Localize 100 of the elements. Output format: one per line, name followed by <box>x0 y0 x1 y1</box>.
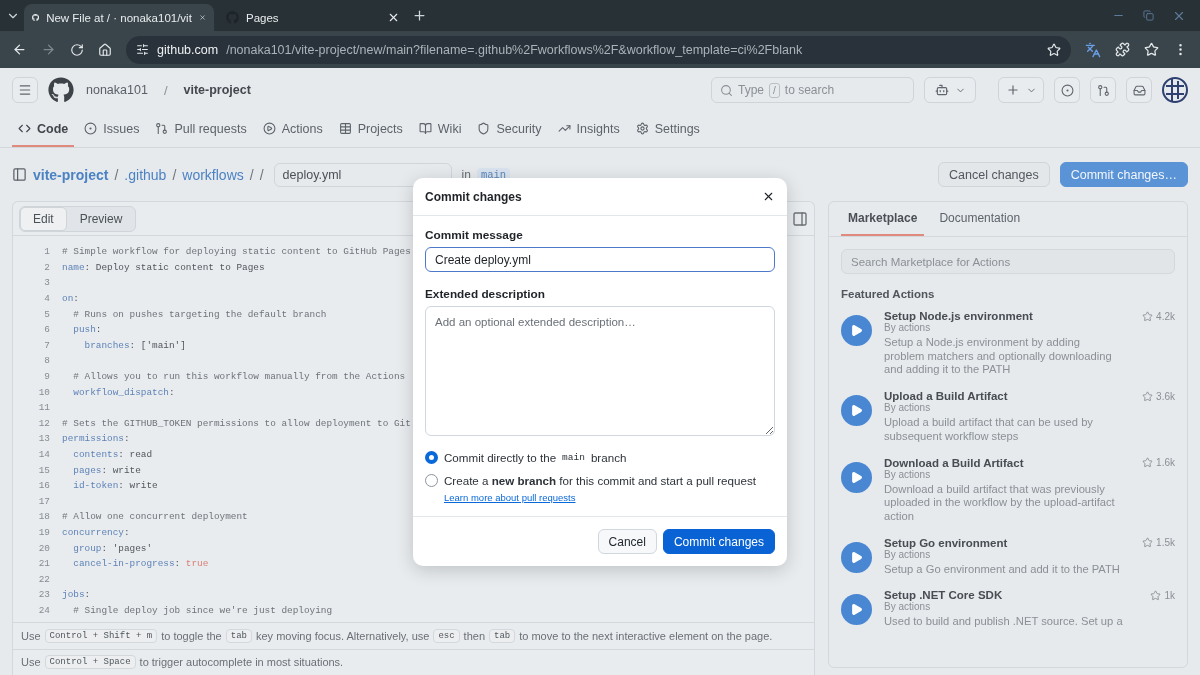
search-field[interactable]: Type / to search <box>711 77 914 103</box>
browser-tab[interactable]: New File at / · nonaka101/vit <box>24 4 214 31</box>
bookmarks-icon[interactable] <box>1144 42 1159 57</box>
cancel-button[interactable]: Cancel changes <box>938 162 1050 187</box>
panel-toggle-icon[interactable] <box>792 210 808 227</box>
code-line: # Runs on pushes targeting the default branch <box>72 308 327 320</box>
code-line: # Allow one concurrent deployment <box>62 511 248 523</box>
option-label: branch <box>590 451 627 464</box>
hint-text: to move to the next interactive element on the page. <box>519 629 773 642</box>
commit-message-field[interactable]: Create deploy.yml <box>425 247 775 272</box>
action-title[interactable]: Setup .NET Core SDK <box>884 589 1003 602</box>
star-icon <box>1142 537 1154 549</box>
description-field[interactable]: Add an optional extended description… <box>425 306 775 436</box>
editor-tab[interactable]: Edit <box>20 206 67 231</box>
code-line: name: Deploy static content to Pages <box>62 261 265 273</box>
line-number: 12 <box>37 417 50 429</box>
repo-nav-tab[interactable]: Wiki <box>412 112 468 147</box>
search-icon <box>720 83 733 97</box>
help-link[interactable]: Learn more about pull requests <box>444 492 775 503</box>
action-title[interactable]: Setup Node.js environment <box>884 310 1033 322</box>
action-author: By actions <box>884 548 932 561</box>
code-line: cancel-in-progress: true <box>72 558 209 570</box>
robot-icon <box>934 83 949 97</box>
graph-icon <box>557 122 571 135</box>
breadcrumb-link[interactable]: vite-project <box>33 166 109 183</box>
inbox-button[interactable] <box>1126 77 1152 103</box>
home-icon[interactable] <box>98 42 112 57</box>
star-count: 1k <box>1150 589 1175 602</box>
line-number: 2 <box>43 261 50 273</box>
action-title[interactable]: Upload a Build Artifact <box>884 390 1008 403</box>
avatar-icon[interactable] <box>1162 77 1188 103</box>
path-separator: / <box>172 166 177 183</box>
inbox-icon <box>1132 83 1146 97</box>
line-number: 24 <box>37 604 50 616</box>
code-line: on: <box>62 293 79 305</box>
menu-button[interactable] <box>12 77 38 103</box>
repo-nav-tab[interactable]: Issues <box>78 112 146 147</box>
line-number: 6 <box>43 324 50 336</box>
issue-icon <box>1060 83 1074 97</box>
close-icon[interactable] <box>387 11 400 24</box>
editor-tab[interactable]: Preview <box>66 206 136 231</box>
repo-nav-tab[interactable]: Security <box>471 112 548 147</box>
star-count: 1.5k <box>1142 536 1175 549</box>
pull-request-icon <box>155 122 169 135</box>
back-icon[interactable] <box>12 42 27 57</box>
repo-nav-tab[interactable]: Settings <box>629 112 706 147</box>
extensions-icon[interactable] <box>1115 42 1130 57</box>
breadcrumb-link[interactable]: .github <box>124 166 167 183</box>
site-info-icon[interactable] <box>136 43 149 56</box>
star-count: 4.2k <box>1142 310 1175 322</box>
code-line: group: 'pages' <box>72 542 153 554</box>
pull-requests-button[interactable] <box>1090 77 1116 103</box>
code-line: # Single deploy job since we're just deploying <box>72 604 333 616</box>
copilot-button[interactable] <box>924 77 976 103</box>
hint-text: then <box>463 629 485 642</box>
line-number: 1 <box>43 246 50 258</box>
repo-link[interactable]: vite-project <box>183 83 251 97</box>
repo-nav-tab[interactable]: Projects <box>332 112 409 147</box>
bookmark-star-icon[interactable] <box>1047 42 1061 57</box>
panel-tab[interactable]: Documentation <box>932 202 1028 236</box>
hint-text: Use <box>21 656 41 669</box>
commit-button[interactable]: Commit changes <box>662 529 775 554</box>
star-icon <box>1142 457 1154 468</box>
hint-text: to toggle the <box>161 629 222 642</box>
hint-text: key moving focus. Alternatively, use <box>255 629 430 642</box>
owner-link[interactable]: nonaka101 <box>86 83 148 97</box>
issues-button[interactable] <box>1054 77 1080 103</box>
action-author: By actions <box>884 402 932 415</box>
keyboard-key: esc <box>433 628 460 643</box>
repo-nav-tab[interactable]: Code <box>12 112 75 147</box>
field-label: Extended description <box>425 287 546 301</box>
keyboard-key: Control + Shift + m <box>44 628 158 643</box>
reload-icon[interactable] <box>70 42 84 57</box>
repo-nav-tab[interactable]: Insights <box>551 112 626 147</box>
commit-button[interactable]: Commit changes… <box>1059 162 1188 187</box>
action-title[interactable]: Setup Go environment <box>884 536 1008 549</box>
breadcrumb-link[interactable]: workflows <box>182 166 244 183</box>
repo-nav-tab[interactable]: Pull requests <box>149 112 253 147</box>
browser-tab[interactable]: Pages <box>218 4 408 31</box>
url-host: github.com <box>157 42 219 57</box>
cancel-button[interactable]: Cancel <box>597 529 657 554</box>
new-tab-icon[interactable] <box>412 8 427 23</box>
line-number: 19 <box>37 527 50 538</box>
repo-nav-tab[interactable]: Actions <box>256 112 329 147</box>
translate-icon[interactable] <box>1085 41 1101 58</box>
github-logo[interactable] <box>48 77 74 103</box>
radio-button[interactable] <box>425 451 438 464</box>
action-title[interactable]: Download a Build Artifact <box>884 456 1024 469</box>
file-tree-toggle-icon[interactable] <box>12 167 27 182</box>
panel-tab[interactable]: Marketplace <box>841 202 925 236</box>
action-author: By actions <box>884 601 932 614</box>
action-description: Setup a Node.js environment by adding problem matchers and optionally downloading and adding it to the PATH <box>884 336 1113 378</box>
code-line: push: <box>72 324 102 336</box>
search-placeholder: Type <box>738 83 764 97</box>
close-icon[interactable] <box>762 190 775 203</box>
line-number: 23 <box>37 589 50 601</box>
forward-icon[interactable] <box>41 42 56 57</box>
issue-icon <box>84 122 98 135</box>
address-bar[interactable]: github.com /nonaka101/vite-project/new/main?filename=.github%2Fworkflows%2F&workflow_template=ci%2Fblank <box>126 35 1071 64</box>
branch-name: main <box>562 452 585 463</box>
